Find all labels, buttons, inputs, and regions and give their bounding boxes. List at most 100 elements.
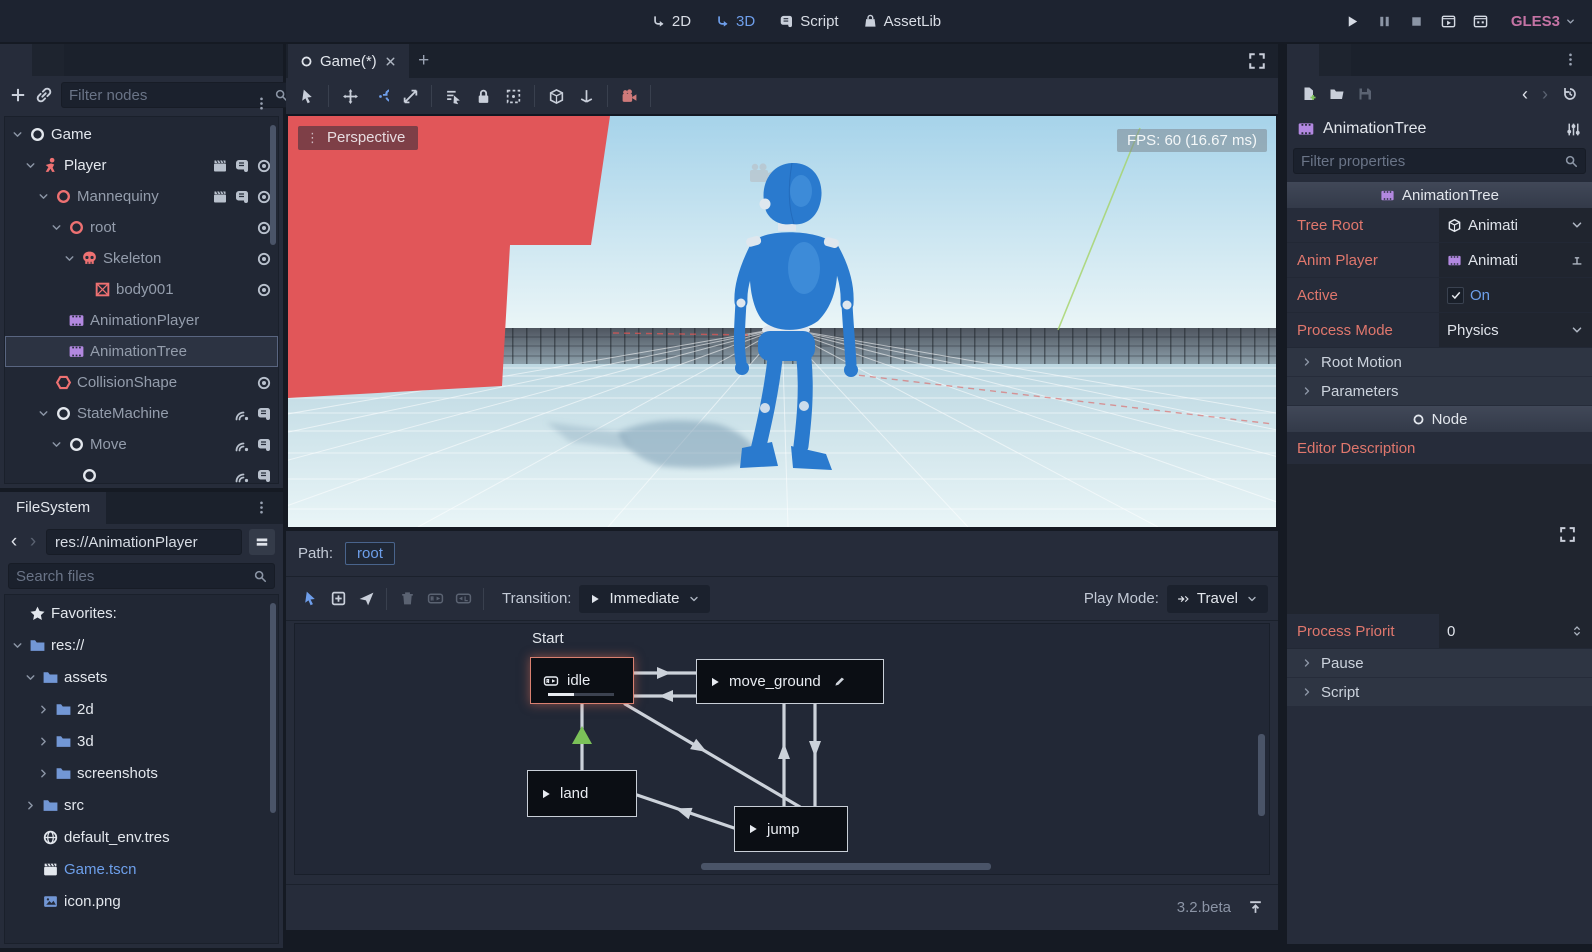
new-scene-tab-button[interactable]: + <box>409 44 439 78</box>
camera-button[interactable] <box>614 82 644 110</box>
eye-icon[interactable] <box>256 251 272 267</box>
plane-button[interactable] <box>352 585 380 613</box>
statemachine-graph[interactable]: Start idle move_ground land jump <box>294 623 1270 875</box>
collapse-panel-icon[interactable] <box>1247 899 1264 916</box>
scene-tree-row[interactable]: Mannequiny <box>5 181 278 212</box>
dock-tab[interactable] <box>0 44 32 76</box>
expander-icon[interactable] <box>11 639 24 652</box>
rotate-button[interactable] <box>365 82 395 110</box>
scale-button[interactable] <box>395 82 425 110</box>
expander-icon[interactable] <box>37 735 50 748</box>
scene-tree-row[interactable]: AnimationPlayer <box>5 305 278 336</box>
filesystem-tree-row[interactable]: Game.tscn <box>5 853 278 885</box>
play-custom-button[interactable] <box>1467 7 1495 35</box>
filesystem-tree-row[interactable]: screenshots <box>5 757 278 789</box>
script-button[interactable]: Script <box>768 13 849 30</box>
scene-tree-row[interactable]: root <box>5 212 278 243</box>
movie-icon[interactable] <box>212 158 228 174</box>
state-node-land[interactable]: land <box>527 770 637 817</box>
lock-button[interactable] <box>468 82 498 110</box>
scene-tree-row[interactable]: AnimationTree <box>5 336 278 367</box>
expander-icon[interactable] <box>37 703 50 716</box>
category-node[interactable]: Node <box>1287 406 1592 432</box>
play-icon[interactable] <box>540 788 552 800</box>
play-icon[interactable] <box>709 676 721 688</box>
signal-icon[interactable] <box>234 468 250 484</box>
save-button[interactable] <box>1351 81 1379 107</box>
filesystem-tree-row[interactable]: default_env.tres <box>5 821 278 853</box>
dock-tab-filesystem[interactable]: FileSystem <box>0 492 106 524</box>
select-arrow-button[interactable] <box>292 82 322 110</box>
chevron-down-icon[interactable] <box>1570 218 1584 232</box>
history-forward-icon[interactable]: › <box>1536 84 1554 105</box>
property-group[interactable]: Root Motion <box>1287 348 1592 376</box>
renderer-selector[interactable]: GLES3 <box>1503 13 1586 30</box>
trash-button[interactable] <box>393 585 421 613</box>
dock-menu-icon[interactable] <box>254 96 269 111</box>
perspective-badge[interactable]: ⋮ Perspective <box>298 126 418 150</box>
dock-tab[interactable] <box>1319 44 1351 76</box>
script-icon[interactable] <box>256 468 272 484</box>
move-button[interactable] <box>335 82 365 110</box>
pause-button[interactable] <box>1371 7 1399 35</box>
filesystem-tree-row[interactable]: assets <box>5 661 278 693</box>
dock-menu-icon[interactable] <box>254 500 269 515</box>
expander-icon[interactable] <box>11 128 24 141</box>
stop-button[interactable] <box>1403 7 1431 35</box>
3d-viewport[interactable]: ⋮ Perspective FPS: 60 (16.67 ms) <box>288 116 1276 527</box>
endmark-button[interactable] <box>449 585 477 613</box>
filesystem-scrollbar[interactable] <box>270 603 276 813</box>
distraction-free-icon[interactable] <box>1248 52 1266 70</box>
scene-tree-row[interactable]: Player <box>5 150 278 181</box>
graph-hscrollbar[interactable] <box>701 863 991 870</box>
play-scene-button[interactable] <box>1435 7 1463 35</box>
filesystem-tree-row[interactable]: 2d <box>5 693 278 725</box>
spinner-icon[interactable] <box>1570 624 1584 638</box>
transition-dropdown[interactable]: Immediate <box>579 585 709 613</box>
signal-icon[interactable] <box>234 406 250 422</box>
select-arrow-button[interactable] <box>296 585 324 613</box>
snap-button[interactable] <box>498 82 528 110</box>
active-checkbox[interactable] <box>1447 287 1464 304</box>
folder-open-button[interactable] <box>1323 81 1351 107</box>
property-group[interactable]: Parameters <box>1287 377 1592 405</box>
instance-scene-icon[interactable] <box>35 86 53 104</box>
editor-description-field[interactable] <box>1287 464 1592 614</box>
filesystem-tree-row[interactable]: res:// <box>5 629 278 661</box>
expand-icon[interactable] <box>1559 526 1576 543</box>
playmode-dropdown[interactable]: Travel <box>1167 585 1268 613</box>
tree-root-value[interactable]: Animati <box>1439 208 1592 242</box>
dock-menu-icon[interactable] <box>1563 52 1578 67</box>
expander-icon[interactable] <box>50 438 63 451</box>
expander-icon[interactable] <box>50 221 63 234</box>
script-icon[interactable] <box>234 158 250 174</box>
signal-icon[interactable] <box>234 437 250 453</box>
script-icon[interactable] <box>256 406 272 422</box>
graph-vscrollbar[interactable] <box>1258 734 1265 816</box>
search-files-input[interactable] <box>16 568 247 585</box>
scene-tree-row[interactable]: Game <box>5 119 278 150</box>
expander-icon[interactable] <box>37 767 50 780</box>
scene-tree-row[interactable]: Skeleton <box>5 243 278 274</box>
movie-icon[interactable] <box>212 189 228 205</box>
filter-nodes-input[interactable] <box>69 87 268 104</box>
edit-icon[interactable] <box>833 675 846 688</box>
property-group[interactable]: Pause <box>1287 649 1592 677</box>
filesystem-tree-row[interactable]: Favorites: <box>5 597 278 629</box>
nav-back-icon[interactable]: ‹ <box>8 529 20 555</box>
dock-tab[interactable] <box>1287 44 1319 76</box>
scene-tab-game[interactable]: Game(*) <box>288 44 409 78</box>
script-icon[interactable] <box>234 189 250 205</box>
autoplay-button[interactable] <box>421 585 449 613</box>
list-select-button[interactable] <box>438 82 468 110</box>
process-priority-value[interactable]: 0 <box>1439 614 1592 648</box>
state-node-jump[interactable]: jump <box>734 806 848 852</box>
play-button[interactable] <box>1339 7 1367 35</box>
close-icon[interactable] <box>384 55 397 68</box>
path-root-button[interactable]: root <box>345 542 395 565</box>
scene-tree-row[interactable]: Move <box>5 429 278 460</box>
scene-tree-row[interactable] <box>5 460 278 484</box>
script-icon[interactable] <box>256 437 272 453</box>
process-mode-dropdown[interactable]: Physics <box>1439 313 1592 347</box>
expander-icon[interactable] <box>24 799 37 812</box>
